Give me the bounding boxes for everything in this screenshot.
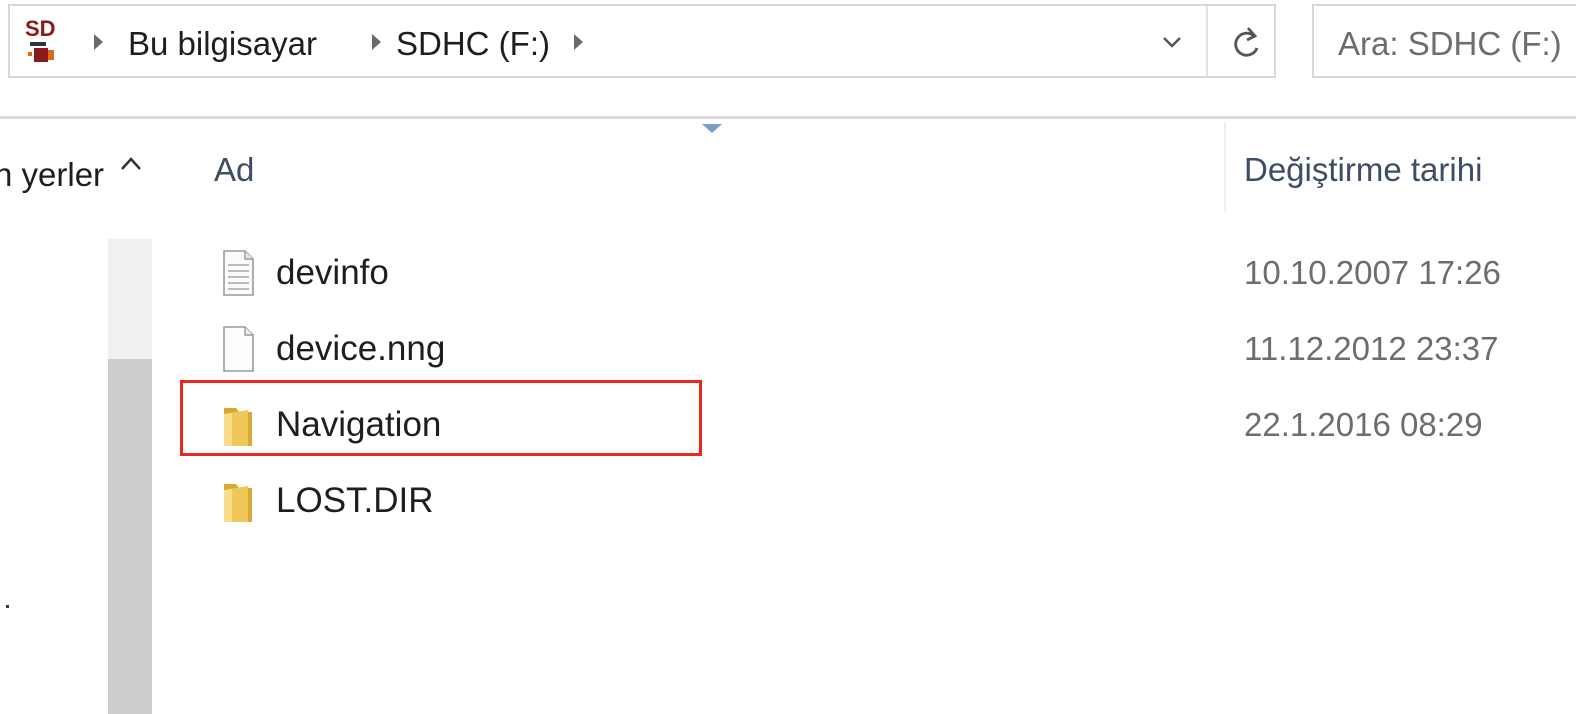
highlight-annotation [180, 380, 702, 456]
column-divider[interactable] [1224, 122, 1226, 212]
file-row[interactable]: devinfo 10.10.2007 17:26 [214, 242, 1576, 304]
sd-card-icon: SD [25, 16, 56, 62]
column-header-name[interactable]: Ad [214, 150, 254, 190]
file-date-modified: 11.12.2012 23:37 [1244, 330, 1499, 367]
file-date-modified: 10.10.2007 17:26 [1244, 254, 1501, 291]
file-row[interactable]: device.nng 11.12.2012 23:37 [214, 318, 1576, 380]
file-name: devinfo [276, 253, 389, 292]
chevron-up-icon[interactable] [118, 153, 144, 175]
breadcrumb-separator-icon[interactable] [94, 34, 103, 50]
folder-icon [224, 484, 252, 522]
breadcrumb-separator-icon[interactable] [372, 34, 381, 50]
nav-item-marker [6, 605, 9, 608]
breadcrumb-sdhc-drive[interactable]: SDHC (F:) [396, 24, 550, 64]
nav-scrollbar-thumb[interactable] [108, 359, 152, 714]
search-placeholder: Ara: SDHC (F:) [1338, 25, 1562, 62]
chevron-down-icon[interactable] [1160, 32, 1184, 52]
file-date-modified: 22.1.2016 08:29 [1244, 406, 1483, 443]
navigation-pane[interactable]: n yerleri [0, 119, 152, 714]
address-bar[interactable]: SD Bu bilgisayar SDHC (F:) [8, 4, 1276, 78]
text-file-icon [223, 250, 254, 296]
column-header-date-modified[interactable]: Değiştirme tarihi [1244, 150, 1482, 190]
sort-arrow-icon [702, 124, 722, 133]
nav-item-quick-access[interactable]: n yerleri [0, 155, 106, 195]
file-icon [223, 326, 254, 372]
file-name: LOST.DIR [276, 481, 434, 520]
svg-text:SD: SD [25, 16, 56, 41]
file-name: device.nng [276, 329, 446, 368]
address-divider [1206, 6, 1208, 76]
folder-row[interactable]: LOST.DIR [214, 470, 1576, 532]
search-input[interactable]: Ara: SDHC (F:) [1312, 4, 1576, 78]
toolbar-separator [0, 116, 1576, 119]
breadcrumb-separator-icon[interactable] [574, 34, 583, 50]
refresh-icon[interactable] [1228, 24, 1264, 64]
breadcrumb-this-pc[interactable]: Bu bilgisayar [128, 24, 317, 64]
